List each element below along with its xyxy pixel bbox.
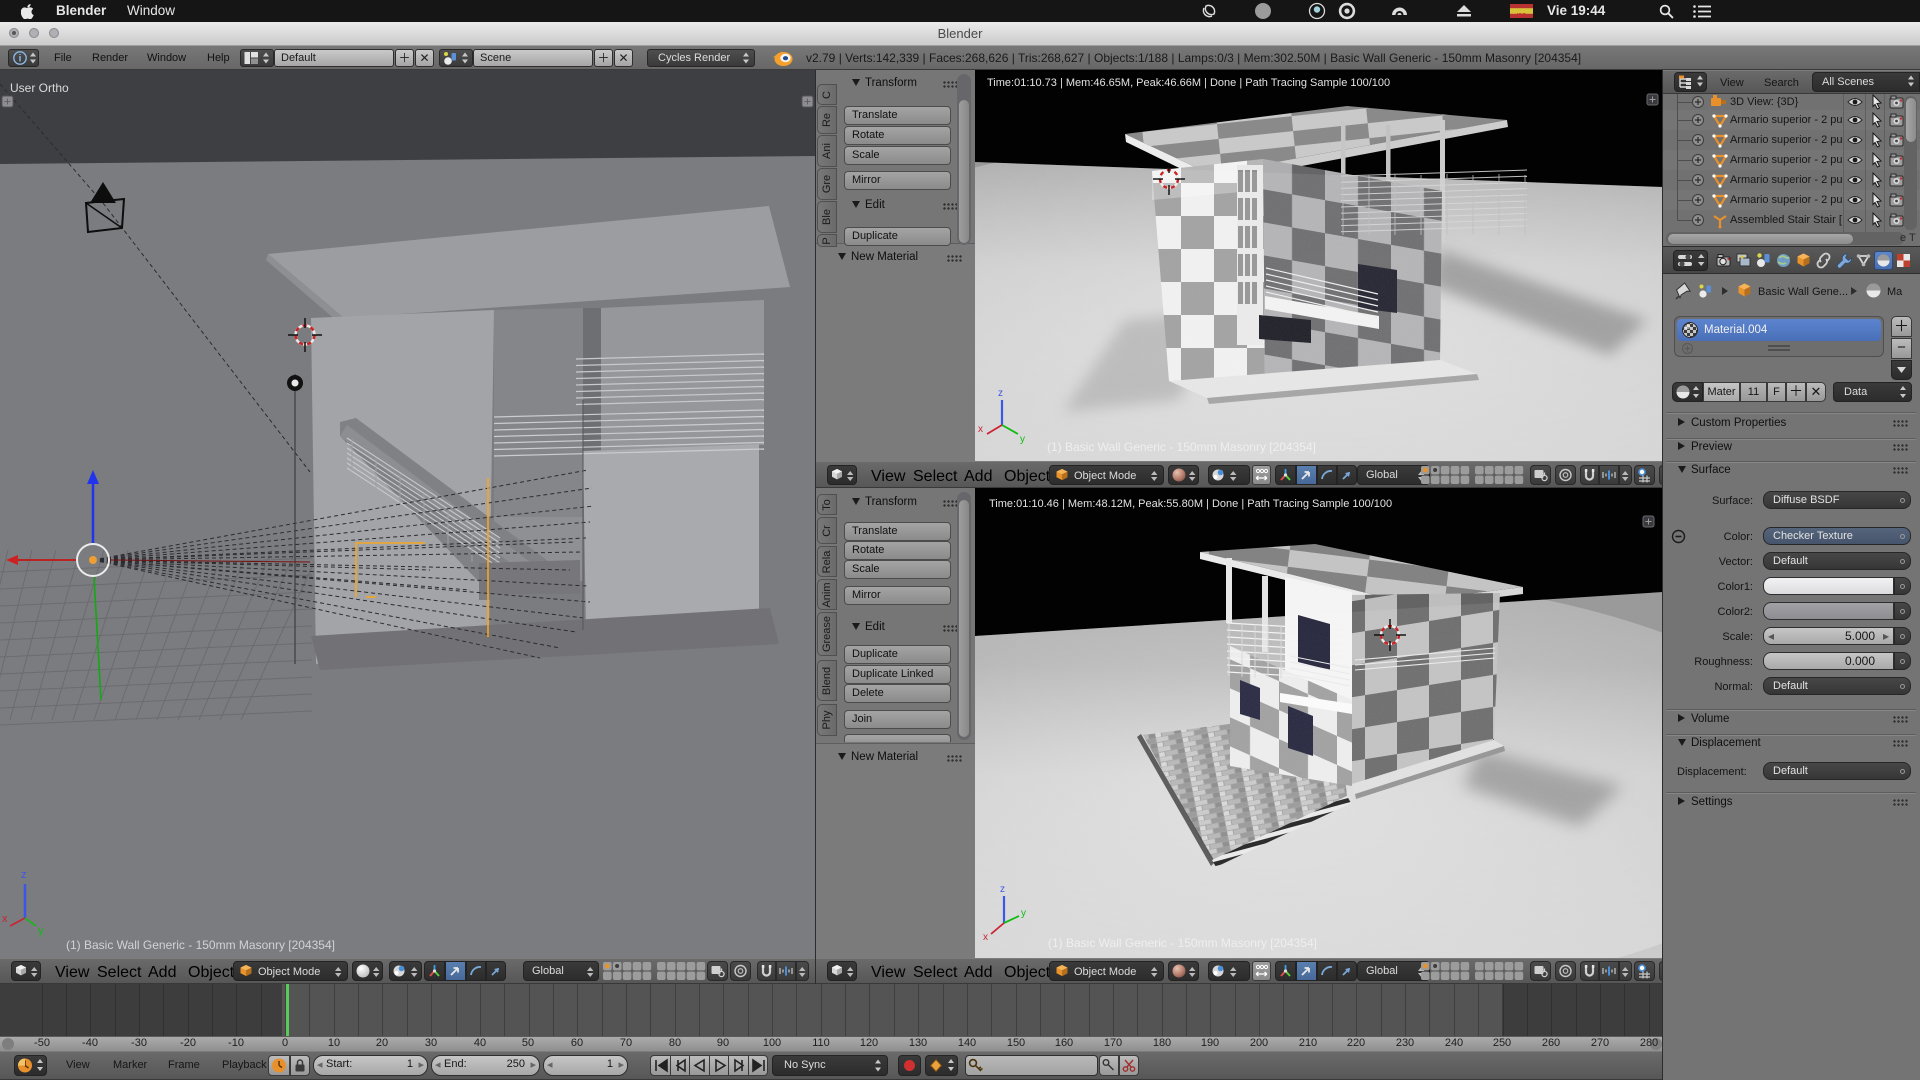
- svg-text:(1) Basic Wall Generic - 150mm: (1) Basic Wall Generic - 150mm Masonry […: [1048, 936, 1317, 950]
- svg-text:y: y: [38, 925, 44, 937]
- svg-text:User Ortho: User Ortho: [10, 81, 69, 95]
- svg-text:z: z: [1000, 884, 1005, 895]
- svg-text:ISO: ISO: [1517, 13, 1527, 19]
- svg-text:i: i: [19, 54, 22, 65]
- svg-text:Object Mode: Object Mode: [1074, 470, 1136, 482]
- svg-text:z: z: [998, 388, 1003, 399]
- svg-text:(1) Basic Wall Generic - 150mm: (1) Basic Wall Generic - 150mm Masonry […: [66, 938, 335, 952]
- svg-text:y: y: [1021, 908, 1026, 919]
- svg-text:Time:01:10.73 | Mem:46.65M, Pe: Time:01:10.73 | Mem:46.65M, Peak:46.66M …: [987, 77, 1390, 89]
- svg-text:z: z: [21, 869, 27, 881]
- svg-text:Object Mode: Object Mode: [1074, 966, 1136, 978]
- svg-text:y: y: [1020, 434, 1025, 445]
- svg-text:x: x: [2, 913, 8, 925]
- svg-text:(1) Basic Wall Generic - 150mm: (1) Basic Wall Generic - 150mm Masonry […: [1047, 440, 1316, 454]
- svg-text:x: x: [978, 424, 983, 435]
- svg-text:x: x: [983, 932, 988, 943]
- svg-text:Time:01:10.46 | Mem:48.12M, Pe: Time:01:10.46 | Mem:48.12M, Peak:55.80M …: [989, 498, 1392, 510]
- svg-text:Object Mode: Object Mode: [258, 966, 320, 978]
